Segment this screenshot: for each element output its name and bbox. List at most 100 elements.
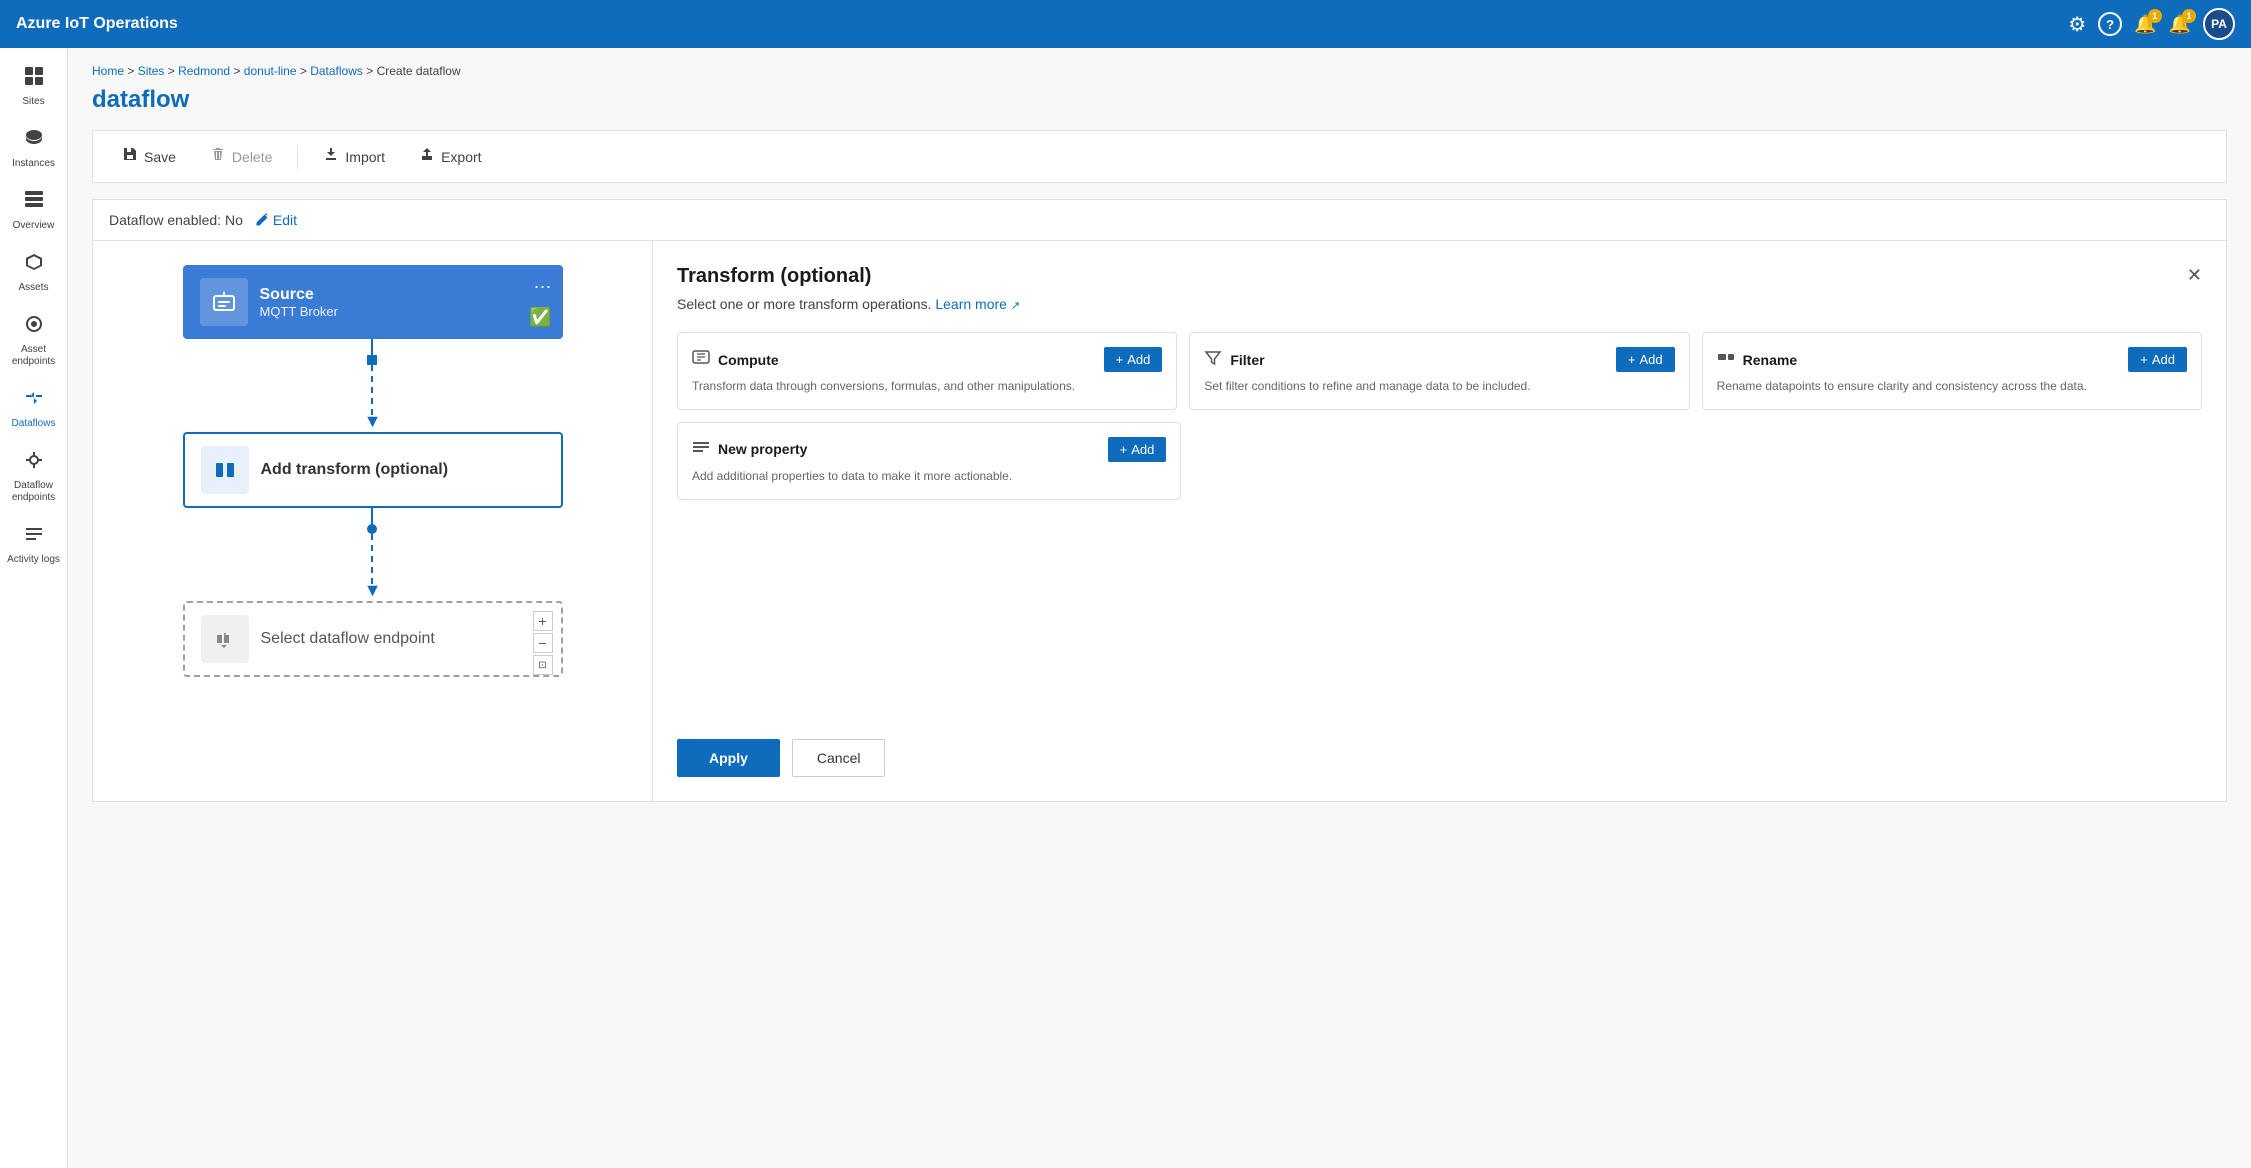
user-avatar[interactable]: PA [2203,8,2235,40]
learn-more-link[interactable]: Learn more ↗ [935,296,1020,312]
sidebar-item-dataflows[interactable]: Dataflows [0,378,67,440]
save-button[interactable]: Save [109,139,189,174]
compute-add-button[interactable]: + Add [1104,347,1163,372]
zoom-controls: + − ⊡ [533,611,553,675]
destination-node-title: Select dataflow endpoint [261,630,545,648]
transform-cards-row1: Compute + Add Transform data through con… [677,332,2202,410]
new-property-title-row: New property [692,438,807,461]
app-title: Azure IoT Operations [16,15,178,33]
toolbar-divider [297,145,298,169]
source-node-icon [200,278,248,326]
filter-title-row: Filter [1204,348,1264,371]
apply-button[interactable]: Apply [677,739,780,777]
flow-canvas: Source MQTT Broker ··· ✅ ▼ [93,241,653,801]
rename-desc: Rename datapoints to ensure clarity and … [1717,378,2187,395]
connector-1-line-top [371,339,373,355]
bell1-badge: 1 [2148,9,2162,23]
compute-card: Compute + Add Transform data through con… [677,332,1177,410]
import-button[interactable]: Import [310,139,398,174]
destination-node[interactable]: Select dataflow endpoint + − ⊡ [183,601,563,677]
connector-2-line-top [371,508,373,524]
transform-node[interactable]: Add transform (optional) [183,432,563,508]
notification-bell-1[interactable]: 🔔 1 [2134,14,2156,35]
page-title: dataflow [92,86,2227,114]
rename-add-plus: + [2140,352,2148,367]
transform-panel: Transform (optional) ✕ Select one or mor… [653,241,2226,801]
compute-title: Compute [718,352,779,368]
filter-add-button[interactable]: + Add [1616,347,1675,372]
sidebar-label-overview: Overview [13,220,55,232]
dataflow-body: Source MQTT Broker ··· ✅ ▼ [93,241,2226,801]
breadcrumb-dataflows[interactable]: Dataflows [310,64,363,78]
new-property-plus: + [1120,442,1128,457]
connector-1-dashed [371,365,373,415]
settings-icon[interactable]: ⚙ [2068,12,2086,37]
connector-dot-1 [367,355,377,365]
delete-button[interactable]: Delete [197,139,285,174]
connector-2-dashed [371,534,373,584]
rename-add-button[interactable]: + Add [2128,347,2187,372]
breadcrumb-current: Create dataflow [377,64,461,78]
new-property-title: New property [718,441,807,457]
new-property-card-header: New property + Add [692,437,1166,462]
rename-add-label: Add [2152,352,2175,367]
new-property-desc: Add additional properties to data to mak… [692,468,1166,485]
close-button[interactable]: ✕ [2187,265,2202,286]
new-property-add-button[interactable]: + Add [1108,437,1167,462]
transform-node-title: Add transform (optional) [261,461,545,479]
transform-panel-title: Transform (optional) [677,265,871,288]
sidebar-item-activity-logs[interactable]: Activity logs [0,514,67,576]
filter-title: Filter [1230,352,1264,368]
connector-1-arrow: ▼ [364,411,382,432]
source-node-info: Source MQTT Broker [260,286,546,319]
export-button[interactable]: Export [406,139,494,174]
dataflows-icon [24,388,44,414]
source-node-menu[interactable]: ··· [534,276,552,297]
filter-icon [1204,348,1222,371]
edit-link[interactable]: Edit [255,212,297,228]
source-node[interactable]: Source MQTT Broker ··· ✅ [183,265,563,339]
help-icon[interactable]: ? [2098,12,2122,36]
asset-endpoints-icon [24,314,44,340]
sidebar-label-assets: Assets [18,282,48,294]
source-node-check: ✅ [529,307,551,328]
cancel-button[interactable]: Cancel [792,739,886,777]
save-icon [122,146,138,167]
filter-desc: Set filter conditions to refine and mana… [1204,378,1674,395]
zoom-out-button[interactable]: − [533,633,553,653]
dataflow-status: Dataflow enabled: No [109,212,243,228]
filter-add-label: Add [1640,352,1663,367]
compute-icon [692,348,710,371]
sidebar-item-overview[interactable]: Overview [0,180,67,242]
breadcrumb-redmond[interactable]: Redmond [178,64,230,78]
rename-title-row: Rename [1717,348,1797,371]
new-property-icon [692,438,710,461]
instances-icon [24,128,44,154]
compute-card-header: Compute + Add [692,347,1162,372]
sidebar-item-asset-endpoints[interactable]: Asset endpoints [0,304,67,378]
source-node-title: Source [260,286,546,304]
rename-icon [1717,348,1735,371]
activity-logs-icon [24,524,44,550]
dataflow-panel: Dataflow enabled: No Edit [92,199,2227,802]
sidebar-item-dataflow-endpoints[interactable]: Dataflow endpoints [0,440,67,514]
breadcrumb-sites[interactable]: Sites [138,64,165,78]
delete-icon [210,146,226,167]
assets-icon [24,252,44,278]
transform-subtitle: Select one or more transform operations.… [677,296,2202,312]
sidebar-item-assets[interactable]: Assets [0,242,67,304]
transform-node-icon [201,446,249,494]
zoom-reset-button[interactable]: ⊡ [533,655,553,675]
notification-bell-2[interactable]: 🔔 1 [2169,14,2191,35]
sidebar-label-dataflow-endpoints: Dataflow endpoints [4,480,63,504]
new-property-add-label: Add [1131,442,1154,457]
bell2-badge: 1 [2182,9,2196,23]
breadcrumb-home[interactable]: Home [92,64,124,78]
sidebar-item-instances[interactable]: Instances [0,118,67,180]
sidebar-item-sites[interactable]: Sites [0,56,67,118]
zoom-in-button[interactable]: + [533,611,553,631]
sidebar-label-sites: Sites [22,96,44,108]
breadcrumb-donut-line[interactable]: donut-line [244,64,297,78]
topnav-icons: ⚙ ? 🔔 1 🔔 1 PA [2068,8,2235,40]
main-content: Home > Sites > Redmond > donut-line > Da… [68,48,2251,1168]
